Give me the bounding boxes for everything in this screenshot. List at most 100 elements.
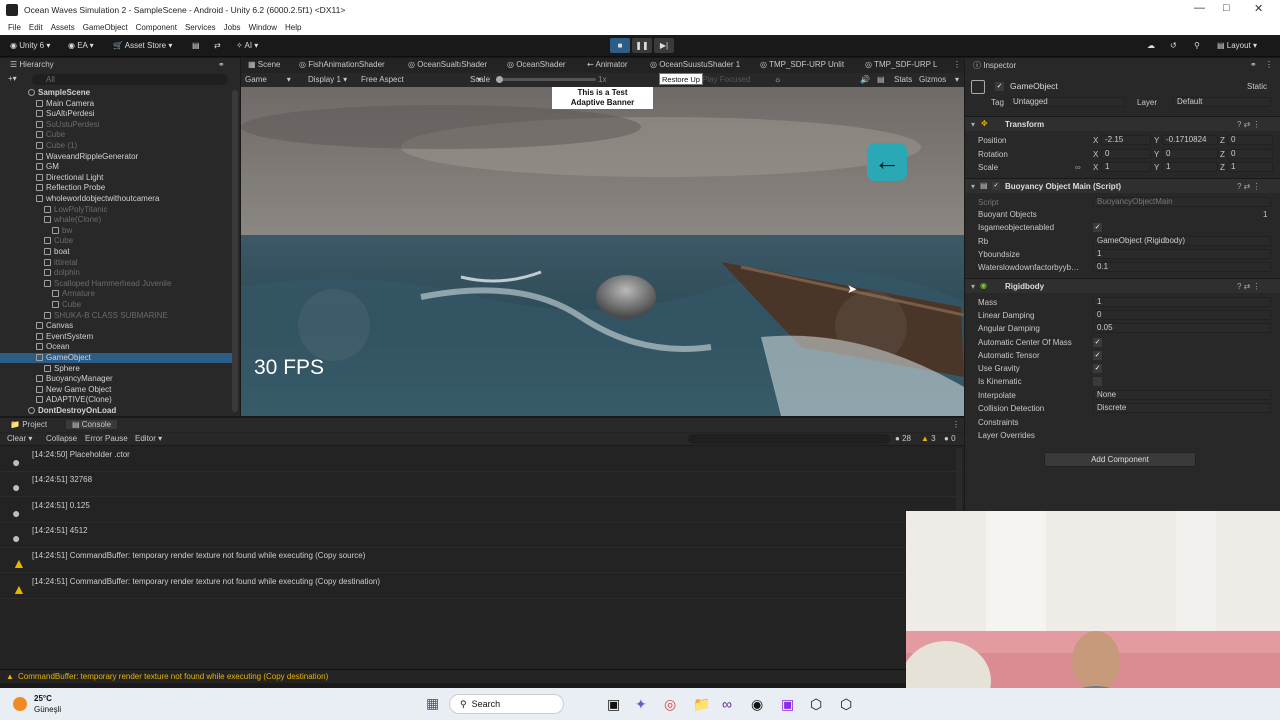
console-log-row[interactable]: ▲ [14:24:51] CommandBuffer: temporary ren…	[0, 548, 964, 574]
layout-button[interactable]: ▤ Layout ▾	[1217, 41, 1257, 50]
menu-file[interactable]: File	[8, 23, 21, 32]
hierarchy-item[interactable]: Main Camera	[36, 99, 94, 109]
scale-slider-handle[interactable]	[496, 76, 503, 83]
error-count-toggle[interactable]: ● 0	[944, 434, 956, 443]
display-stats-icon[interactable]: ▤	[877, 75, 885, 84]
isgame-checkbox[interactable]: ✓	[1093, 223, 1102, 232]
rigidbody-section[interactable]: ▾ ◉ Rigidbody ? ⇄ ⋮	[965, 278, 1280, 293]
active-checkbox[interactable]: ✓	[995, 82, 1004, 91]
tab-ocean-suustu[interactable]: ◎ OceanSuustuShader 1	[650, 60, 740, 69]
step-button[interactable]: ▶|	[654, 38, 674, 53]
clear-button[interactable]: Clear ▾	[7, 434, 32, 443]
console-log-row[interactable]: ▲ [14:24:51] CommandBuffer: temporary ren…	[0, 574, 964, 599]
hierarchy-item[interactable]: Ocean	[36, 342, 70, 352]
collapse-button[interactable]: Collapse	[46, 434, 77, 443]
status-message[interactable]: CommandBuffer: temporary render texture …	[18, 672, 328, 681]
hierarchy-item[interactable]: SHUKA-B CLASS SUBMARINE	[44, 311, 168, 321]
hierarchy-item[interactable]: boat	[44, 247, 70, 257]
collision-detection-dropdown[interactable]: Discrete	[1093, 403, 1271, 413]
auto-center-checkbox[interactable]: ✓	[1093, 338, 1102, 347]
mass-field[interactable]: 1	[1093, 297, 1271, 307]
ybound-field[interactable]: 1	[1093, 249, 1271, 259]
back-arrow-icon[interactable]: ←	[867, 143, 907, 181]
file-explorer-icon[interactable]: 📁	[693, 696, 710, 713]
tab-tmp-unlit[interactable]: ◎ TMP_SDF-URP Unlit	[760, 60, 844, 69]
transform-section[interactable]: ▾ ✥ Transform ? ⇄ ⋮	[965, 116, 1280, 131]
transform-help-icon[interactable]: ? ⇄ ⋮	[1237, 120, 1261, 129]
menu-edit[interactable]: Edit	[29, 23, 43, 32]
tab-tmp-l[interactable]: ◎ TMP_SDF-URP L	[865, 60, 937, 69]
hierarchy-item[interactable]: GameObject	[0, 353, 232, 363]
aspect-dropdown[interactable]: Free Aspect ▾	[361, 75, 481, 84]
hierarchy-item[interactable]: Scalloped Hammerhead Juvenile	[44, 279, 171, 289]
menu-services[interactable]: Services	[185, 23, 216, 32]
inspector-menu-icon[interactable]: ⋮	[1265, 60, 1273, 69]
console-log-row[interactable]: ● [14:24:51] 32768	[0, 472, 964, 498]
pause-button[interactable]: ❚❚	[632, 38, 652, 53]
hierarchy-item[interactable]: dolphin	[44, 268, 80, 278]
menu-jobs[interactable]: Jobs	[224, 23, 241, 32]
hierarchy-item[interactable]: Cube (1)	[36, 141, 77, 151]
tab-ocean-shader[interactable]: ◎ OceanShader	[507, 60, 566, 69]
unity-editor-icon[interactable]: ⬡	[840, 696, 852, 713]
minimize-icon[interactable]: —	[1194, 2, 1205, 14]
tab-fish-shader[interactable]: ◎ FishAnimationShader	[299, 60, 385, 69]
scale-slider[interactable]	[496, 76, 596, 83]
hierarchy-item[interactable]: SampleScene	[28, 88, 90, 98]
windows-start-icon[interactable]: ▦	[426, 696, 441, 711]
close-icon[interactable]: ✕	[1254, 2, 1263, 15]
hierarchy-item[interactable]: EventSystem	[36, 332, 93, 342]
menu-assets[interactable]: Assets	[51, 23, 75, 32]
water-slowdown-field[interactable]: 0.1	[1093, 262, 1271, 272]
foldout-icon[interactable]: ▾	[971, 120, 975, 129]
lock-icon[interactable]: ⚭	[218, 60, 225, 69]
unity-account-button[interactable]: ◉ Unity 6 ▾	[10, 41, 50, 50]
layer-dropdown[interactable]: Default	[1173, 97, 1271, 107]
play-button[interactable]: ■	[610, 38, 630, 53]
info-count-toggle[interactable]: ● 28	[895, 434, 911, 443]
rotation-z-field[interactable]: 0	[1227, 149, 1273, 159]
foldout-icon[interactable]: ▾	[971, 282, 975, 291]
tab-project[interactable]: 📁 Project	[10, 420, 47, 429]
package-icon[interactable]: ▤	[192, 41, 200, 50]
weather-desc[interactable]: Güneşli	[34, 705, 61, 714]
play-focused-dropdown[interactable]: Play Focused	[702, 75, 750, 84]
history-icon[interactable]: ↺	[1170, 41, 1177, 50]
menu-window[interactable]: Window	[249, 23, 277, 32]
search-icon[interactable]: ⚲	[1194, 41, 1200, 50]
hierarchy-item[interactable]: WaveandRippleGenerator	[36, 152, 138, 162]
hierarchy-item[interactable]: GM	[36, 162, 59, 172]
copilot-icon[interactable]: ✦	[635, 696, 647, 713]
gizmos-button[interactable]: Gizmos	[919, 75, 946, 84]
hierarchy-item[interactable]: ADAPTIVE(Clone)	[36, 395, 112, 405]
menu-component[interactable]: Component	[136, 23, 177, 32]
hierarchy-item[interactable]: LowPolyTitanic	[44, 205, 108, 215]
hierarchy-item[interactable]: Directional Light	[36, 173, 103, 183]
warning-count-toggle[interactable]: ▲ 3	[921, 434, 936, 443]
is-kinematic-checkbox[interactable]	[1093, 377, 1102, 386]
maximize-icon[interactable]: □	[1223, 2, 1230, 14]
position-z-field[interactable]: 0	[1227, 135, 1273, 145]
hierarchy-scrollbar[interactable]	[232, 90, 238, 412]
hierarchy-item[interactable]: Cube	[36, 130, 65, 140]
mute-audio-icon[interactable]: 🔊	[860, 75, 870, 84]
buoyancy-section[interactable]: ▾ ▤ ✓ Buoyancy Object Main (Script) ? ⇄ …	[965, 178, 1280, 193]
tab-console[interactable]: ▤ Console	[66, 420, 118, 429]
ai-button[interactable]: ✧ AI ▾	[236, 41, 258, 50]
console-menu-icon[interactable]: ⋮	[952, 420, 960, 429]
ea-button[interactable]: ◉ EA ▾	[68, 41, 94, 50]
editor-dropdown[interactable]: Editor ▾	[135, 434, 162, 443]
unity-hub-icon[interactable]: ⬡	[810, 696, 822, 713]
console-log-row[interactable]: ● [14:24:51] 4512	[0, 523, 964, 548]
tab-animator[interactable]: ⇜ Animator	[587, 60, 628, 69]
hierarchy-search-input[interactable]: All	[32, 74, 228, 85]
game-mode-dropdown[interactable]: Game ▾	[245, 75, 291, 84]
object-name-field[interactable]: GameObject	[1007, 82, 1217, 92]
error-pause-button[interactable]: Error Pause	[85, 434, 128, 443]
scale-x-field[interactable]: 1	[1101, 162, 1151, 172]
tag-dropdown[interactable]: Untagged	[1009, 97, 1125, 107]
more-tabs-icon[interactable]: ⋮	[953, 60, 961, 69]
add-component-button[interactable]: Add Component	[1044, 452, 1196, 467]
scale-y-field[interactable]: 1	[1162, 162, 1218, 172]
weather-icon[interactable]	[13, 697, 27, 711]
